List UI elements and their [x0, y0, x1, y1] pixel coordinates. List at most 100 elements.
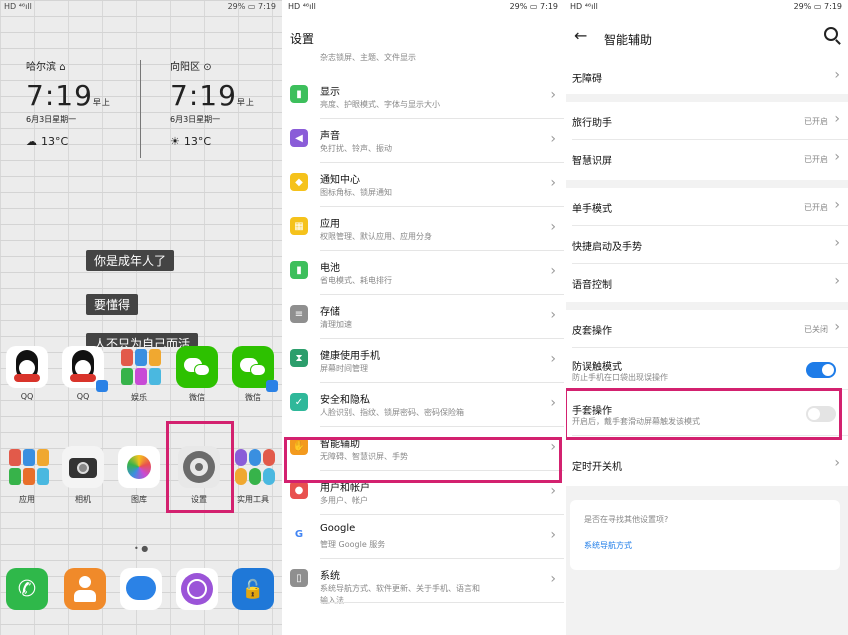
settings-category-icon: ▮ [290, 261, 308, 279]
phone-icon[interactable]: ✆ [6, 568, 48, 610]
settings-row-subtitle: 人脸识别、指纹、锁屏密码、密码保险箱 [320, 408, 464, 417]
chevron-right-icon: › [834, 197, 840, 213]
status-bar: HD ⁴⁶ıll 29% ▭ 7:19 [288, 2, 558, 11]
help-card: 是否在寻找其他设置项? 系统导航方式 [570, 500, 840, 570]
app-label: QQ [76, 392, 90, 401]
row-title: 语音控制 [572, 280, 612, 291]
chevron-right-icon: › [550, 395, 556, 411]
settings-row-subtitle: 多用户、帐户 [320, 496, 368, 505]
tools-folder-icon[interactable] [232, 446, 275, 488]
clock-date: 6月3日星期一 [26, 115, 77, 124]
chevron-right-icon: › [834, 149, 840, 165]
page-indicator: • ● [134, 544, 149, 553]
voice-control-row[interactable]: 语音控制 › [566, 264, 848, 302]
settings-row[interactable]: ◆ 通知中心 图标角标、锁屏通知 › [284, 163, 564, 207]
settings-row[interactable]: ◀ 声音 免打扰、铃声、振动 › [284, 119, 564, 163]
browser-icon[interactable] [176, 568, 218, 610]
settings-category-icon: ◆ [290, 173, 308, 191]
chevron-right-icon: › [834, 67, 840, 83]
smart-assist-highlight-box [284, 437, 562, 483]
wechat-app-icon[interactable] [176, 346, 218, 388]
clock-widget-local[interactable]: 向阳区 ⊙ 7:19早上 6月3日星期一 ☀ 13°C [170, 58, 282, 148]
wallpaper-text: 要懂得 [86, 294, 139, 315]
smart-assist-screen: HD ⁴⁶ıll 29% ▭ 7:19 ← 智能辅助 无障碍 › 旅行助手 已开启 ›… [566, 0, 848, 635]
status-time: 7:19 [824, 2, 842, 11]
messages-icon[interactable] [120, 568, 162, 610]
settings-row-subtitle: 权限管理、默认应用、应用分身 [320, 232, 432, 241]
unlock-icon[interactable]: 🔓 [232, 568, 274, 610]
chevron-right-icon: › [550, 351, 556, 367]
settings-row[interactable]: ▮ 电池 省电模式、耗电排行 › [284, 251, 564, 295]
app-label: 娱乐 [131, 393, 147, 402]
row-divider [320, 602, 564, 603]
settings-row-title: 健康使用手机 [320, 351, 380, 362]
system-navigation-link[interactable]: 系统导航方式 [584, 540, 632, 551]
settings-row-title: 声音 [320, 131, 340, 142]
app-label: 微信 [245, 393, 261, 402]
row-title: 无障碍 [572, 74, 602, 85]
location-pin-icon: ⊙ [203, 62, 212, 73]
app-label: 应用 [19, 495, 35, 504]
page-title: 智能辅助 [604, 33, 653, 47]
qq-app-icon[interactable] [6, 346, 48, 388]
settings-row-subtitle-continued: 输入法 [320, 596, 344, 605]
camera-app-icon[interactable] [62, 446, 104, 488]
settings-row-title: 电池 [320, 263, 340, 274]
chevron-right-icon: › [550, 527, 556, 543]
qq-app-icon[interactable] [62, 346, 108, 392]
quick-launch-row[interactable]: 快捷启动及手势 › [566, 226, 848, 264]
travel-assistant-row[interactable]: 旅行助手 已开启 › [566, 102, 848, 140]
settings-row[interactable]: ✓ 安全和隐私 人脸识别、指纹、锁屏密码、密码保险箱 › [284, 383, 564, 427]
settings-screen: HD ⁴⁶ıll 29% ▭ 7:19 设置 杂志锁屏、主题、文件显示 ▮ 显示亮… [284, 0, 564, 635]
settings-row-title: 应用 [320, 219, 340, 230]
settings-row[interactable]: ≡ 存储 清理加速 › [284, 295, 564, 339]
home-screen: HD ⁴⁶ıll 29% ▭ 7:19 哈尔滨 ⌂ 7:19早上 6月3日星期一… [0, 0, 282, 635]
chevron-right-icon: › [550, 219, 556, 235]
wechat-app-icon[interactable] [232, 346, 278, 392]
settings-row-subtitle: 省电模式、耗电排行 [320, 276, 392, 285]
settings-row-title: 存储 [320, 307, 340, 318]
cover-operation-row[interactable]: 皮套操作 已关闭 › [566, 310, 848, 348]
chevron-right-icon: › [834, 319, 840, 335]
help-question: 是否在寻找其他设置项? [584, 515, 669, 524]
mistouch-row: 防误触模式 防止手机在口袋出现误操作 [566, 348, 848, 390]
settings-category-icon: ◀ [290, 129, 308, 147]
row-title: 快捷启动及手势 [572, 242, 642, 253]
settings-row-title: 通知中心 [320, 175, 360, 186]
chevron-right-icon: › [834, 235, 840, 251]
contacts-icon[interactable] [64, 568, 106, 610]
clock-widget-home[interactable]: 哈尔滨 ⌂ 7:19早上 6月3日星期一 ☁ 13°C [26, 58, 156, 148]
scheduled-power-row[interactable]: 定时开关机 › [566, 446, 848, 484]
back-arrow-icon[interactable]: ← [574, 26, 587, 45]
apps-folder-icon[interactable] [6, 446, 49, 488]
settings-category-icon: ⧗ [290, 349, 308, 367]
entertainment-folder-icon[interactable] [118, 346, 161, 388]
wallpaper-text: 人不只为自己而活 [86, 333, 199, 347]
mistouch-toggle[interactable] [806, 362, 836, 378]
row-value: 已开启 [804, 117, 828, 126]
one-hand-mode-row[interactable]: 单手模式 已开启 › [566, 188, 848, 226]
accessibility-row[interactable]: 无障碍 › [566, 58, 848, 94]
clock-divider [140, 60, 141, 158]
smart-screen-row[interactable]: 智慧识屏 已开启 › [566, 140, 848, 178]
cloud-icon: ☁ [26, 135, 37, 148]
status-time: 7:19 [540, 2, 558, 11]
partial-row-subtitle: 杂志锁屏、主题、文件显示 [320, 53, 416, 62]
chevron-right-icon: › [834, 111, 840, 127]
settings-row-subtitle: 图标角标、锁屏通知 [320, 188, 392, 197]
settings-row[interactable]: ▯ 系统 系统导航方式、软件更新、关于手机、语言和 输入法 › [284, 559, 564, 605]
gallery-app-icon[interactable] [118, 446, 160, 488]
row-value: 已开启 [804, 155, 828, 164]
settings-row[interactable]: ⧗ 健康使用手机 屏幕时间管理 › [284, 339, 564, 383]
signal-indicator: HD ⁴⁶ıll [288, 2, 316, 11]
settings-category-icon: ▮ [290, 85, 308, 103]
settings-row[interactable]: ▮ 显示 亮度、护眼模式、字体与显示大小 › [284, 75, 564, 119]
app-label: QQ [20, 392, 34, 401]
settings-category-icon: ≡ [290, 305, 308, 323]
settings-category-icon: G [290, 525, 308, 543]
settings-row[interactable]: ▦ 应用 权限管理、默认应用、应用分身 › [284, 207, 564, 251]
settings-row[interactable]: G Google 管理 Google 服务 › [284, 515, 564, 559]
app-label: 相机 [75, 495, 91, 504]
search-icon[interactable] [824, 27, 841, 45]
settings-row-title: 显示 [320, 87, 340, 98]
